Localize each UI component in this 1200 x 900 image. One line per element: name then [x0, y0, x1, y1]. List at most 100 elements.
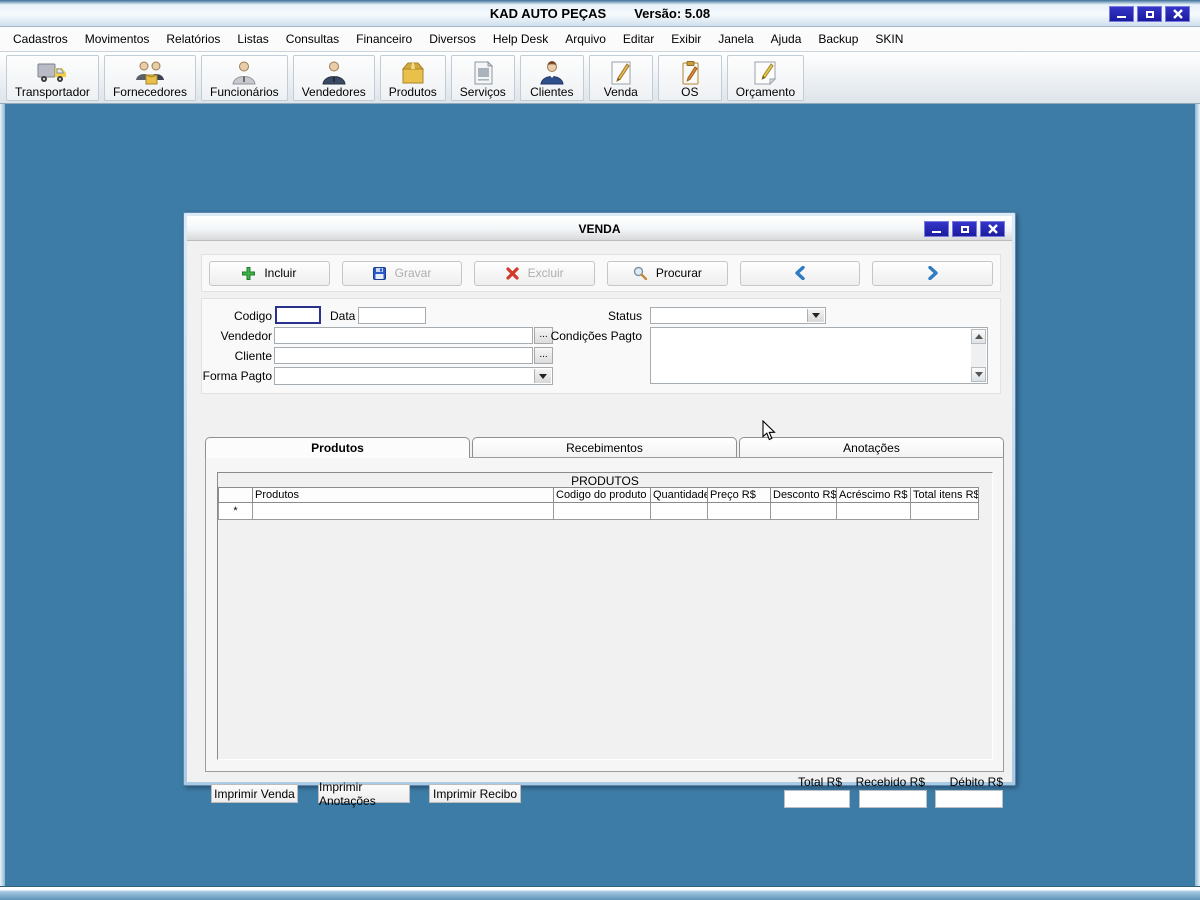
toolbar-transportador-button[interactable]: Transportador	[6, 54, 99, 101]
delete-x-icon	[506, 266, 519, 280]
menu-ajuda[interactable]: Ajuda	[770, 30, 803, 48]
codigo-label: Codigo	[233, 309, 272, 323]
menu-listas[interactable]: Listas	[236, 30, 269, 48]
seller-icon	[319, 58, 349, 86]
condicoes-pagto-textarea[interactable]	[650, 327, 988, 384]
recebido-input[interactable]	[859, 790, 927, 808]
window-frame-right	[1195, 104, 1200, 900]
venda-maximize-button[interactable]	[952, 221, 977, 237]
menu-movimentos[interactable]: Movimentos	[84, 30, 151, 48]
cell-desconto[interactable]	[770, 502, 837, 520]
scroll-down-button[interactable]	[971, 367, 986, 382]
toolbar-label: Vendedores	[301, 84, 366, 99]
status-dropdown-button[interactable]	[807, 309, 824, 322]
menu-editar[interactable]: Editar	[622, 30, 655, 48]
cell-acrescimo[interactable]	[836, 502, 911, 520]
toolbar-label: Serviços	[459, 84, 506, 99]
menu-arquivo[interactable]: Arquivo	[564, 30, 607, 48]
tab-content-produtos: PRODUTOS Produtos Codigo do produto Quan…	[205, 457, 1004, 772]
toolbar-venda-button[interactable]: Venda	[588, 54, 653, 101]
forma-pagto-dropdown-button[interactable]	[534, 369, 551, 383]
app-version: Versão: 5.08	[634, 6, 711, 21]
data-input[interactable]	[358, 307, 426, 324]
cell-preco[interactable]	[707, 502, 771, 520]
grid-new-row[interactable]: *	[218, 502, 979, 520]
condicoes-scrollbar[interactable]	[971, 329, 986, 382]
forma-pagto-combobox[interactable]	[274, 367, 553, 385]
menu-janela[interactable]: Janela	[717, 30, 754, 48]
toolbar-os-button[interactable]: OS	[657, 54, 722, 101]
codigo-input[interactable]	[275, 306, 321, 324]
toolbar-vendedores-button[interactable]: Vendedores	[292, 54, 375, 101]
cliente-input[interactable]	[274, 347, 533, 364]
previous-record-button[interactable]	[739, 260, 861, 286]
imprimir-recibo-button[interactable]: Imprimir Recibo	[429, 784, 521, 803]
maximize-icon	[960, 225, 969, 233]
menu-backup[interactable]: Backup	[817, 30, 859, 48]
total-input[interactable]	[784, 790, 850, 808]
procurar-button[interactable]: Procurar	[607, 260, 728, 286]
menu-cadastros[interactable]: Cadastros	[12, 30, 69, 48]
chevron-down-icon	[812, 313, 820, 318]
venda-minimize-button[interactable]	[924, 221, 949, 237]
cell-total[interactable]	[910, 502, 979, 520]
cell-codigo[interactable]	[553, 502, 651, 520]
maximize-button[interactable]	[1137, 6, 1162, 22]
status-combobox[interactable]	[650, 307, 826, 324]
imprimir-venda-button[interactable]: Imprimir Venda	[211, 784, 298, 803]
col-acrescimo: Acréscimo R$	[836, 487, 911, 503]
menu-financeiro[interactable]: Financeiro	[355, 30, 413, 48]
menu-help-desk[interactable]: Help Desk	[492, 30, 549, 48]
tab-recebimentos[interactable]: Recebimentos	[472, 437, 737, 458]
toolbar-fornecedores-button[interactable]: Fornecedores	[103, 54, 196, 101]
close-icon	[1172, 9, 1183, 19]
col-preco: Preço R$	[707, 487, 771, 503]
menu-relatorios[interactable]: Relatórios	[165, 30, 221, 48]
app-title: KAD AUTO PEÇAS Versão: 5.08	[0, 6, 1200, 21]
excluir-button[interactable]: Excluir	[474, 260, 596, 286]
tab-anotacoes[interactable]: Anotações	[739, 437, 1004, 458]
vendedor-label: Vendedor	[220, 329, 272, 343]
scroll-up-button[interactable]	[971, 329, 986, 344]
venda-tabs: Produtos Recebimentos Anotações	[205, 437, 1004, 458]
imprimir-anotacoes-button[interactable]: Imprimir Anotações	[318, 780, 410, 808]
incluir-button[interactable]: Incluir	[209, 260, 330, 286]
toolbar-funcionarios-button[interactable]: Funcionários	[200, 54, 288, 101]
grid-header-row: Produtos Codigo do produto Quantidade Pr…	[218, 487, 979, 503]
minimize-button[interactable]	[1109, 6, 1134, 22]
toolbar-label: Clientes	[530, 84, 574, 99]
truck-icon	[36, 58, 68, 86]
toolbar-orcamento-button[interactable]: Orçamento	[726, 54, 805, 101]
pencil-page-icon	[607, 58, 635, 86]
form-panel: Codigo Data Status Vendedor ... Condiçõe…	[201, 298, 1001, 394]
venda-titlebar[interactable]: VENDA	[187, 216, 1012, 241]
close-button[interactable]	[1165, 6, 1190, 22]
maximize-icon	[1145, 10, 1154, 18]
cell-quantidade[interactable]	[650, 502, 708, 520]
menu-exibir[interactable]: Exibir	[670, 30, 702, 48]
col-quantidade: Quantidade	[650, 487, 708, 503]
document-icon	[469, 58, 497, 86]
tab-produtos[interactable]: Produtos	[205, 437, 470, 458]
box-icon	[398, 58, 428, 86]
condicoes-pagto-label: Condições Pagto	[550, 329, 642, 343]
toolbar-clientes-button[interactable]: Clientes	[519, 54, 584, 101]
next-record-button[interactable]	[872, 260, 994, 286]
chevron-left-icon	[795, 266, 805, 280]
toolbar-produtos-button[interactable]: Produtos	[379, 54, 446, 101]
cliente-browse-button[interactable]: ...	[534, 347, 553, 364]
new-row-marker: *	[218, 502, 253, 520]
save-icon	[372, 266, 386, 280]
venda-close-button[interactable]	[980, 221, 1005, 237]
note-pencil-icon	[750, 58, 780, 86]
toolbar-servicos-button[interactable]: Serviços	[450, 54, 515, 101]
debito-label: Débito R$	[949, 775, 1003, 789]
debito-input[interactable]	[935, 790, 1003, 808]
produtos-grid[interactable]: Produtos Codigo do produto Quantidade Pr…	[218, 487, 979, 520]
cell-produtos[interactable]	[252, 502, 554, 520]
menu-skin[interactable]: SKIN	[874, 30, 904, 48]
menu-diversos[interactable]: Diversos	[428, 30, 477, 48]
window-frame-bottom	[0, 886, 1200, 900]
gravar-button[interactable]: Gravar	[341, 260, 463, 286]
menu-consultas[interactable]: Consultas	[285, 30, 340, 48]
